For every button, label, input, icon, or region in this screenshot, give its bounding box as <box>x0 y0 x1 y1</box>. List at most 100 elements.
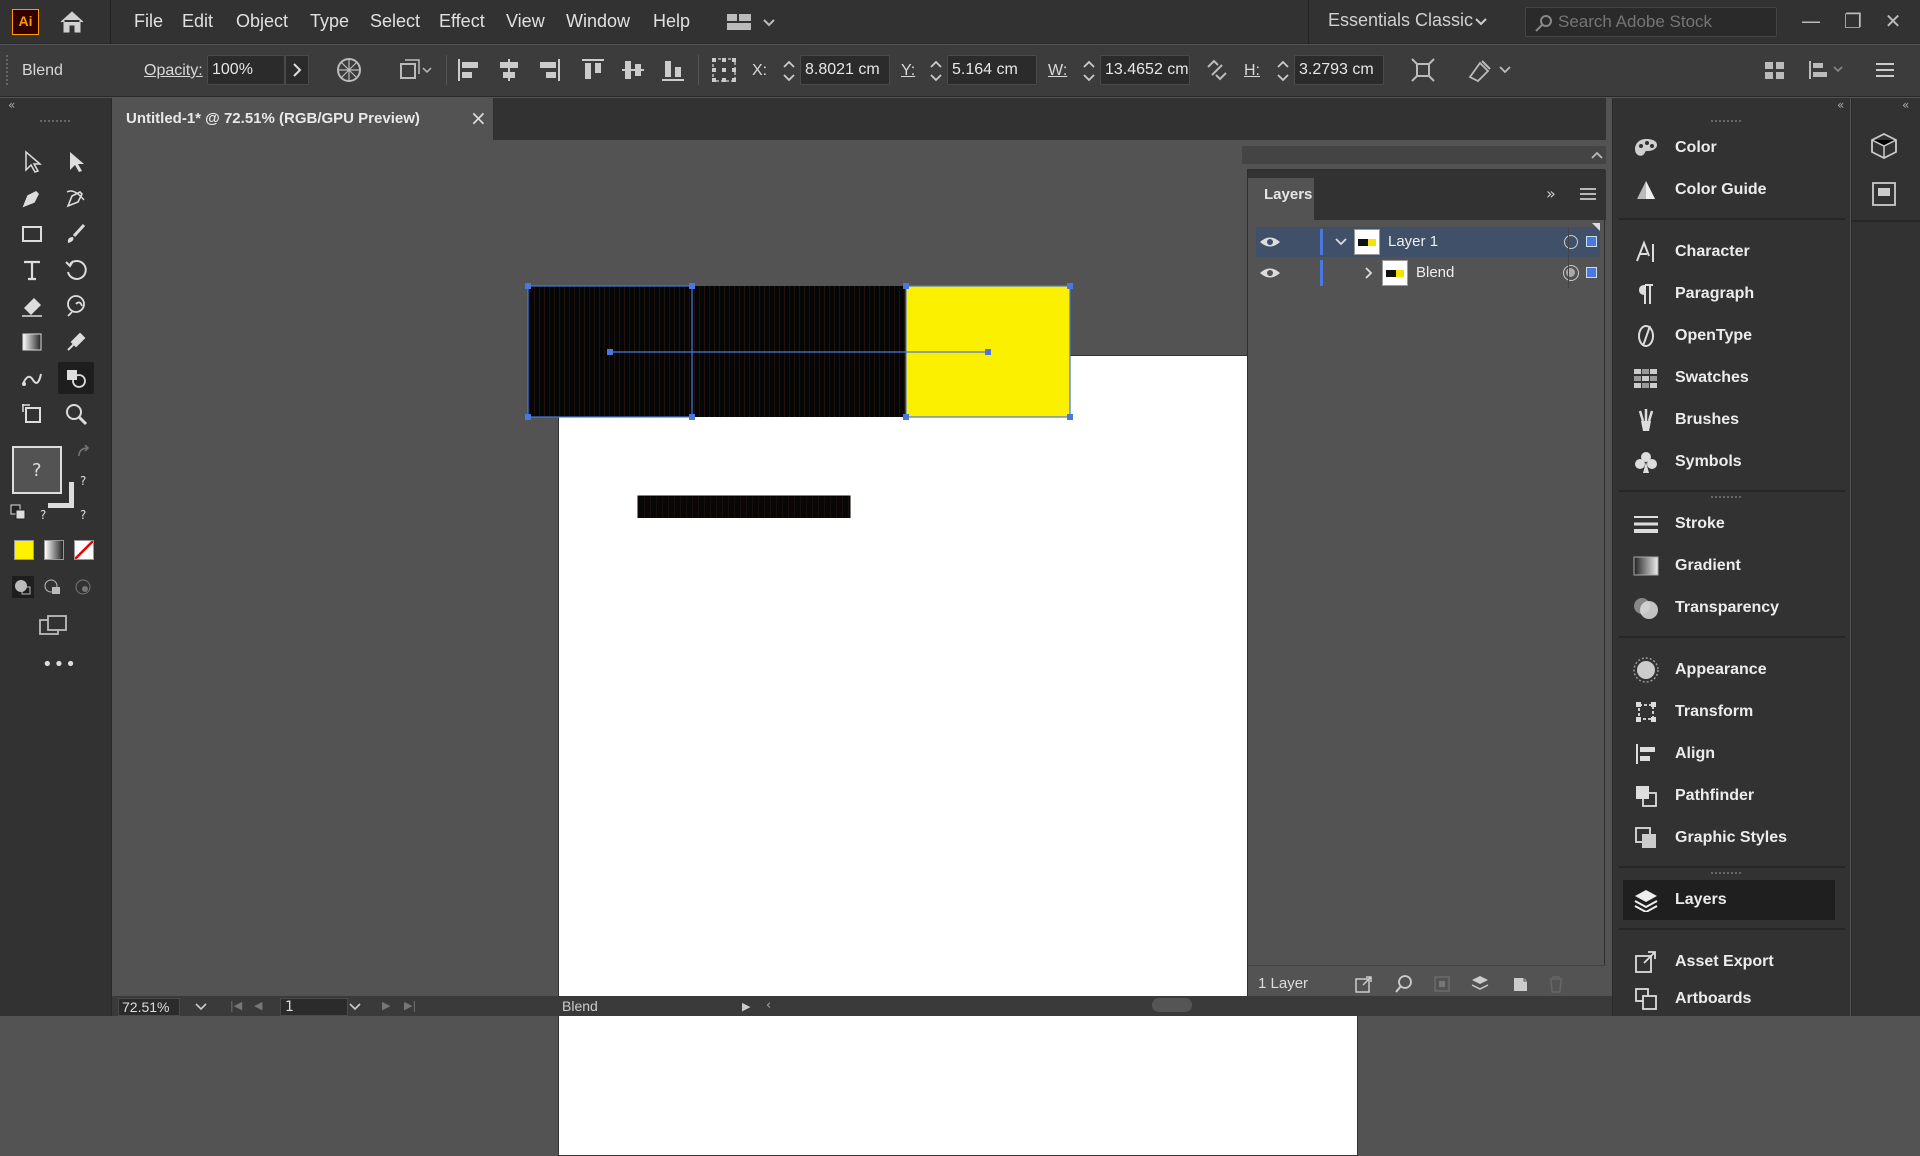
panel-color[interactable]: Color <box>1623 128 1835 168</box>
opacity-field[interactable] <box>207 55 285 85</box>
menu-select[interactable]: Select <box>370 11 420 32</box>
w-stepper-icon[interactable] <box>1080 57 1098 85</box>
transform-each-icon[interactable] <box>1410 57 1436 83</box>
eyedropper-tool[interactable] <box>58 326 94 358</box>
properties-icon[interactable] <box>1870 180 1898 208</box>
color-mode-swatch[interactable] <box>14 540 34 560</box>
align-top-icon[interactable] <box>580 57 606 83</box>
panel-menu-icon[interactable] <box>1578 186 1598 202</box>
type-tool[interactable] <box>14 254 50 286</box>
rectangle-tool[interactable] <box>14 218 50 250</box>
x-field[interactable] <box>800 55 890 85</box>
menu-object[interactable]: Object <box>236 11 288 32</box>
export-icon[interactable] <box>1354 974 1374 994</box>
chevron-right-icon[interactable] <box>1362 266 1376 280</box>
gradient-mode-swatch[interactable] <box>44 540 64 560</box>
layer-name[interactable]: Blend <box>1416 264 1454 281</box>
h-input[interactable] <box>1295 56 1383 84</box>
visibility-eye-icon[interactable] <box>1258 264 1282 282</box>
rotate-tool[interactable] <box>58 254 94 286</box>
status-menu-icon[interactable]: ▶ <box>742 1000 754 1014</box>
zoom-field[interactable]: 72.51% <box>118 998 180 1016</box>
locate-object-icon[interactable] <box>1394 974 1414 994</box>
artboard-number-field[interactable]: 1 <box>280 998 348 1016</box>
paintbrush-tool[interactable] <box>58 218 94 250</box>
draw-behind-icon[interactable] <box>42 576 64 598</box>
draw-normal-icon[interactable] <box>12 576 34 598</box>
panel-align[interactable]: Align <box>1623 734 1835 774</box>
gradient-tool[interactable] <box>14 326 50 358</box>
menu-view[interactable]: View <box>506 11 545 32</box>
x-stepper-icon[interactable] <box>780 57 798 85</box>
workspace-switcher[interactable]: Essentials Classic <box>1328 10 1473 31</box>
layers-tab[interactable]: Layers <box>1248 178 1314 220</box>
align-bottom-icon[interactable] <box>660 57 686 83</box>
y-field[interactable] <box>947 55 1037 85</box>
panel-artboards[interactable]: Artboards <box>1623 984 1835 1014</box>
align-vcenter-icon[interactable] <box>620 57 646 83</box>
selection-indicator[interactable] <box>1586 267 1597 278</box>
menu-file[interactable]: File <box>134 11 163 32</box>
layer-row[interactable]: Layer 1 <box>1256 223 1600 257</box>
screen-mode-icon[interactable] <box>38 614 70 638</box>
direct-selection-tool[interactable] <box>58 146 94 178</box>
lock-toggle[interactable] <box>1290 231 1310 253</box>
shape-builder-tool[interactable] <box>58 362 94 394</box>
delete-layer-icon[interactable] <box>1546 974 1566 994</box>
panel-opentype[interactable]: OpenType <box>1623 316 1835 356</box>
layer-name[interactable]: Layer 1 <box>1388 233 1438 250</box>
collapse-dock-icon[interactable]: « <box>1902 98 1909 112</box>
w-input[interactable] <box>1101 56 1189 84</box>
panel-transform[interactable]: Transform <box>1623 692 1835 732</box>
minimize-icon[interactable]: — <box>1796 6 1826 36</box>
menu-effect[interactable]: Effect <box>439 11 485 32</box>
panel-layers[interactable]: Layers <box>1623 880 1835 920</box>
eraser-tool[interactable] <box>14 290 50 322</box>
none-mode-swatch[interactable] <box>74 540 94 560</box>
menu-help[interactable]: Help <box>653 11 690 32</box>
horizontal-scrollbar-thumb[interactable] <box>1152 998 1192 1012</box>
collapse-dock-icon[interactable]: « <box>1837 98 1844 112</box>
draw-inside-icon[interactable] <box>72 576 94 598</box>
panel-character[interactable]: Character <box>1623 232 1835 272</box>
panel-gradient[interactable]: Gradient <box>1623 546 1835 586</box>
prev-artboard-icon[interactable]: ◀ <box>254 999 268 1013</box>
panel-grip[interactable] <box>1711 872 1741 876</box>
new-layer-icon[interactable] <box>1510 974 1530 994</box>
stock-search[interactable] <box>1525 7 1777 37</box>
align-to-icon[interactable] <box>1806 57 1846 83</box>
target-circle-icon[interactable] <box>1564 235 1578 249</box>
target-double-circle-icon[interactable] <box>1563 265 1579 281</box>
panel-menu-icon[interactable] <box>1872 57 1898 83</box>
restore-icon[interactable]: ❐ <box>1838 6 1868 36</box>
h-field[interactable] <box>1294 55 1384 85</box>
next-artboard-icon[interactable]: ▶ <box>382 999 396 1013</box>
panel-appearance[interactable]: Appearance <box>1623 650 1835 690</box>
new-sublayer-icon[interactable] <box>1470 974 1492 994</box>
y-stepper-icon[interactable] <box>927 57 945 85</box>
selection-tool[interactable] <box>14 146 50 178</box>
panel-grip[interactable] <box>1711 120 1741 124</box>
panel-asset-export[interactable]: Asset Export <box>1623 942 1835 982</box>
y-input[interactable] <box>948 56 1036 84</box>
menu-type[interactable]: Type <box>310 11 349 32</box>
swap-fill-stroke-icon[interactable] <box>76 444 94 462</box>
artboard-tool[interactable] <box>14 398 50 430</box>
close-icon[interactable]: ✕ <box>1878 6 1908 36</box>
panel-symbols[interactable]: Symbols <box>1623 442 1835 482</box>
search-input[interactable] <box>1558 12 1768 32</box>
chevron-down-icon[interactable] <box>194 1000 208 1014</box>
panel-pathfinder[interactable]: Pathfinder <box>1623 776 1835 816</box>
scroll-left-icon[interactable]: ‹ <box>766 998 778 1013</box>
panel-paragraph[interactable]: Paragraph <box>1623 274 1835 314</box>
libraries-icon[interactable] <box>1870 132 1898 160</box>
collapse-panel-icon[interactable]: » <box>1546 184 1556 203</box>
panel-transparency[interactable]: Transparency <box>1623 588 1835 628</box>
chevron-up-icon[interactable] <box>1588 146 1606 164</box>
stroke-swatch[interactable] <box>48 482 74 508</box>
selected-blend[interactable] <box>512 270 1212 430</box>
recolor-artwork-icon[interactable] <box>336 57 362 83</box>
constrain-proportions-icon[interactable] <box>1204 57 1230 83</box>
panel-grip[interactable] <box>40 120 70 124</box>
panel-swatches[interactable]: Swatches <box>1623 358 1835 398</box>
